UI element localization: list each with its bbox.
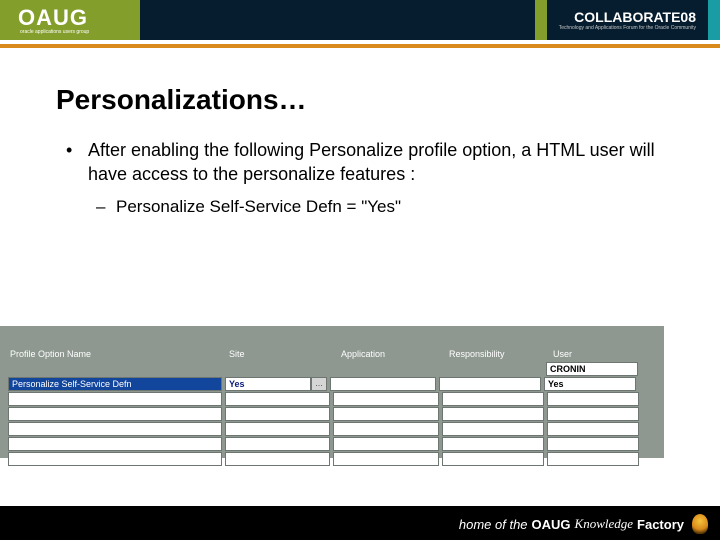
cell-profile-name[interactable] — [8, 437, 222, 451]
cell-site[interactable] — [225, 422, 330, 436]
cell-user[interactable] — [547, 437, 639, 451]
header-underline — [0, 44, 720, 48]
footer-bar: home of the OAUG Knowledge Factory — [0, 508, 720, 540]
cell-application[interactable] — [333, 392, 439, 406]
footer-prefix: home of the — [459, 517, 528, 532]
cell-responsibility[interactable] — [442, 422, 544, 436]
cell-profile-name[interactable] — [8, 422, 222, 436]
cell-application[interactable] — [333, 437, 439, 451]
cell-application[interactable] — [333, 422, 439, 436]
col-header-application: Application — [337, 349, 445, 362]
cell-application[interactable] — [330, 377, 436, 391]
cell-site[interactable] — [225, 452, 330, 466]
collab-subtitle: Technology and Applications Forum for th… — [559, 25, 696, 31]
table-row — [0, 452, 654, 466]
lightbulb-icon — [692, 514, 708, 534]
footer-factory: Factory — [637, 517, 684, 532]
bullet-1-text: After enabling the following Personalize… — [88, 140, 655, 184]
column-headers: Profile Option Name Site Application Res… — [0, 326, 654, 362]
table-row — [0, 437, 654, 451]
stripe-teal — [708, 0, 720, 40]
cell-profile-name[interactable] — [8, 407, 222, 421]
cell-responsibility[interactable] — [442, 392, 544, 406]
dash-icon: – — [96, 197, 105, 217]
cell-application[interactable] — [333, 452, 439, 466]
cell-user[interactable] — [547, 392, 639, 406]
cell-responsibility[interactable] — [442, 437, 544, 451]
table-row — [0, 392, 654, 406]
cell-profile-name[interactable]: Personalize Self-Service Defn — [8, 377, 222, 391]
cell-site[interactable] — [225, 392, 330, 406]
oaug-logo: OAUG oracle applications users group — [0, 0, 140, 40]
cell-site[interactable]: Yes — [225, 377, 311, 391]
bullet-dot-icon: • — [66, 138, 72, 162]
cell-profile-name[interactable] — [8, 452, 222, 466]
cell-profile-name[interactable] — [8, 392, 222, 406]
col-header-name: Profile Option Name — [0, 349, 225, 362]
bullet-1: • After enabling the following Personali… — [56, 138, 664, 187]
stripe-green — [535, 0, 547, 40]
cell-responsibility[interactable] — [442, 452, 544, 466]
sub-bullet-1: – Personalize Self-Service Defn = "Yes" — [56, 197, 664, 217]
header-bar: OAUG oracle applications users group COL… — [0, 0, 720, 44]
col-header-responsibility: Responsibility — [445, 349, 549, 362]
sub-bullet-1-text: Personalize Self-Service Defn = "Yes" — [116, 197, 401, 216]
cell-site[interactable] — [225, 437, 330, 451]
logo-subtext: oracle applications users group — [20, 29, 89, 35]
site-lov-button[interactable]: … — [311, 377, 327, 391]
profile-options-form: Profile Option Name Site Application Res… — [0, 326, 654, 458]
cell-user[interactable]: Yes — [544, 377, 636, 391]
user-context-cell[interactable]: CRONIN — [546, 362, 638, 376]
footer-knowledge: Knowledge — [575, 516, 634, 532]
cell-responsibility[interactable] — [442, 407, 544, 421]
user-context-row: CRONIN — [0, 362, 654, 376]
cell-application[interactable] — [333, 407, 439, 421]
cell-responsibility[interactable] — [439, 377, 541, 391]
form-scrollbar[interactable] — [654, 326, 664, 458]
slide-title: Personalizations… — [56, 84, 664, 116]
slide-content: Personalizations… • After enabling the f… — [0, 44, 720, 217]
col-header-site: Site — [225, 349, 337, 362]
footer-brand: OAUG — [532, 517, 571, 532]
cell-site[interactable] — [225, 407, 330, 421]
collab-title: COLLABORATE08 — [559, 9, 696, 25]
col-header-user: User — [549, 349, 644, 362]
logo-text: OAUG — [18, 5, 89, 31]
cell-user[interactable] — [547, 452, 639, 466]
table-row: Personalize Self-Service Defn Yes … Yes — [0, 377, 654, 391]
cell-user[interactable] — [547, 422, 639, 436]
table-row — [0, 407, 654, 421]
table-row — [0, 422, 654, 436]
collaborate-logo: COLLABORATE08 Technology and Application… — [547, 0, 708, 40]
cell-user[interactable] — [547, 407, 639, 421]
